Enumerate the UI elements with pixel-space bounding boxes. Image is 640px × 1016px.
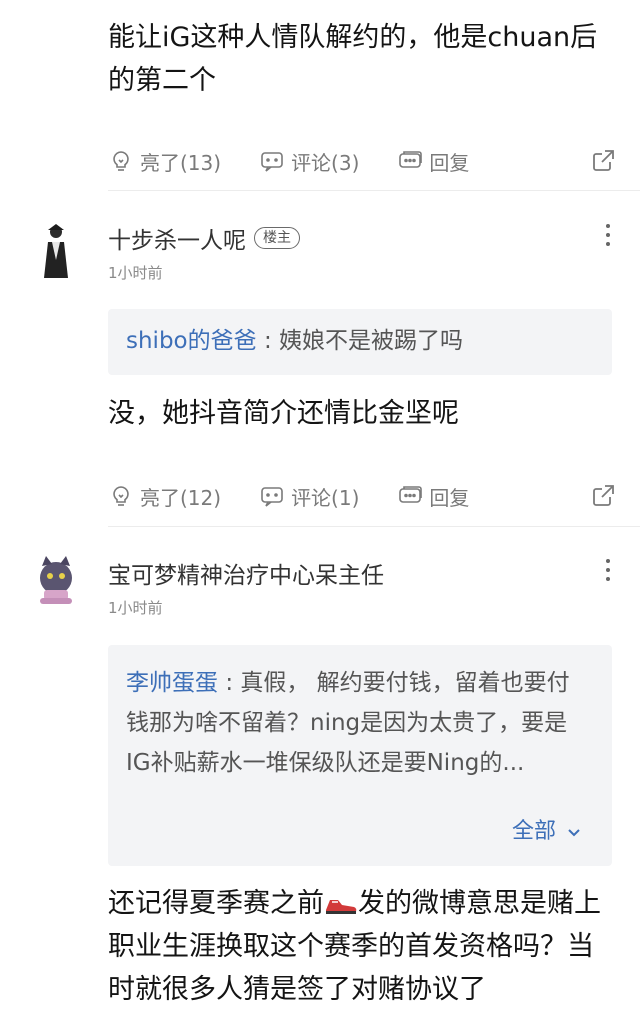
like-count: 亮了(13) xyxy=(140,150,222,175)
dot-icon xyxy=(606,242,610,246)
quote-separator: : xyxy=(225,670,234,696)
dot-icon xyxy=(606,224,610,228)
quote-text: 姨娘不是被踢了吗 xyxy=(279,328,463,354)
reply-button[interactable]: 回复 xyxy=(397,482,469,511)
reply-body-part1: 还记得夏季赛之前 xyxy=(108,888,324,919)
lightbulb-icon xyxy=(113,151,129,171)
share-icon xyxy=(593,150,614,171)
quote-author[interactable]: shibo的爸爸 xyxy=(126,328,257,354)
comment-actions: 亮了(13) 评论(3) 回复 xyxy=(108,141,622,181)
reply-icon xyxy=(399,486,423,503)
reply-time: 1小时前 xyxy=(108,599,163,617)
sneaker-icon xyxy=(326,899,357,914)
chevron-down-icon xyxy=(568,829,580,837)
lightbulb-icon xyxy=(113,486,129,506)
comment-count: 评论(3) xyxy=(291,150,360,175)
reply-body: 还记得夏季赛之前 发的微博意思是赌上职业生涯换取这个赛季的首发资格吗？当时就很多人… xyxy=(108,882,610,1011)
reply-button[interactable]: 回复 xyxy=(397,147,469,176)
share-icon xyxy=(593,485,614,506)
quote-separator: : xyxy=(263,328,272,354)
more-options-button[interactable] xyxy=(604,224,612,246)
reply-time: 1小时前 xyxy=(108,264,163,282)
quoted-comment[interactable]: 李帅蛋蛋 : 真假， 解约要付钱，留着也要付钱那为啥不留着？ning是因为太贵了… xyxy=(108,645,612,866)
author-name[interactable]: 十步杀一人呢 xyxy=(108,221,246,255)
comment-button[interactable]: 评论(1) xyxy=(259,482,359,511)
user-avatar[interactable] xyxy=(30,552,82,608)
expand-all-button[interactable]: 全部 xyxy=(512,812,582,852)
divider xyxy=(108,190,640,191)
quote-content: 李帅蛋蛋 : 真假， 解约要付钱，留着也要付钱那为啥不留着？ning是因为太贵了… xyxy=(126,663,582,815)
comment-icon xyxy=(261,487,283,507)
dot-icon xyxy=(606,568,610,572)
comment-icon xyxy=(261,152,283,172)
reply-author[interactable]: 十步杀一人呢 楼主 xyxy=(108,221,300,255)
reply-author[interactable]: 宝可梦精神治疗中心呆主任 xyxy=(108,556,384,590)
op-badge: 楼主 xyxy=(254,227,300,249)
expand-label: 全部 xyxy=(511,819,556,844)
comment-button[interactable]: 评论(3) xyxy=(259,147,359,176)
dot-icon xyxy=(606,577,610,581)
author-name[interactable]: 宝可梦精神治疗中心呆主任 xyxy=(108,556,384,590)
reply-actions: 亮了(12) 评论(1) 回复 xyxy=(108,476,622,516)
share-button[interactable] xyxy=(590,483,622,509)
share-button[interactable] xyxy=(590,148,622,174)
reply-label: 回复 xyxy=(429,485,470,510)
dot-icon xyxy=(606,559,610,563)
like-button[interactable]: 亮了(12) xyxy=(108,482,221,511)
more-options-button[interactable] xyxy=(604,559,612,581)
comment-count: 评论(1) xyxy=(291,485,360,510)
quoted-comment[interactable]: shibo的爸爸 : 姨娘不是被踢了吗 xyxy=(108,309,612,375)
user-avatar[interactable] xyxy=(30,220,82,280)
reply-label: 回复 xyxy=(429,150,470,175)
divider xyxy=(108,526,640,527)
like-count: 亮了(12) xyxy=(140,485,222,510)
like-button[interactable]: 亮了(13) xyxy=(108,147,221,176)
quote-author[interactable]: 李帅蛋蛋 xyxy=(126,670,218,696)
reply-icon xyxy=(399,151,423,168)
comment-body: 能让iG这种人情队解约的，他是chuan后的第二个 xyxy=(108,22,598,96)
reply-body: 没，她抖音简介还情比金坚呢 xyxy=(108,398,459,429)
dot-icon xyxy=(606,233,610,237)
